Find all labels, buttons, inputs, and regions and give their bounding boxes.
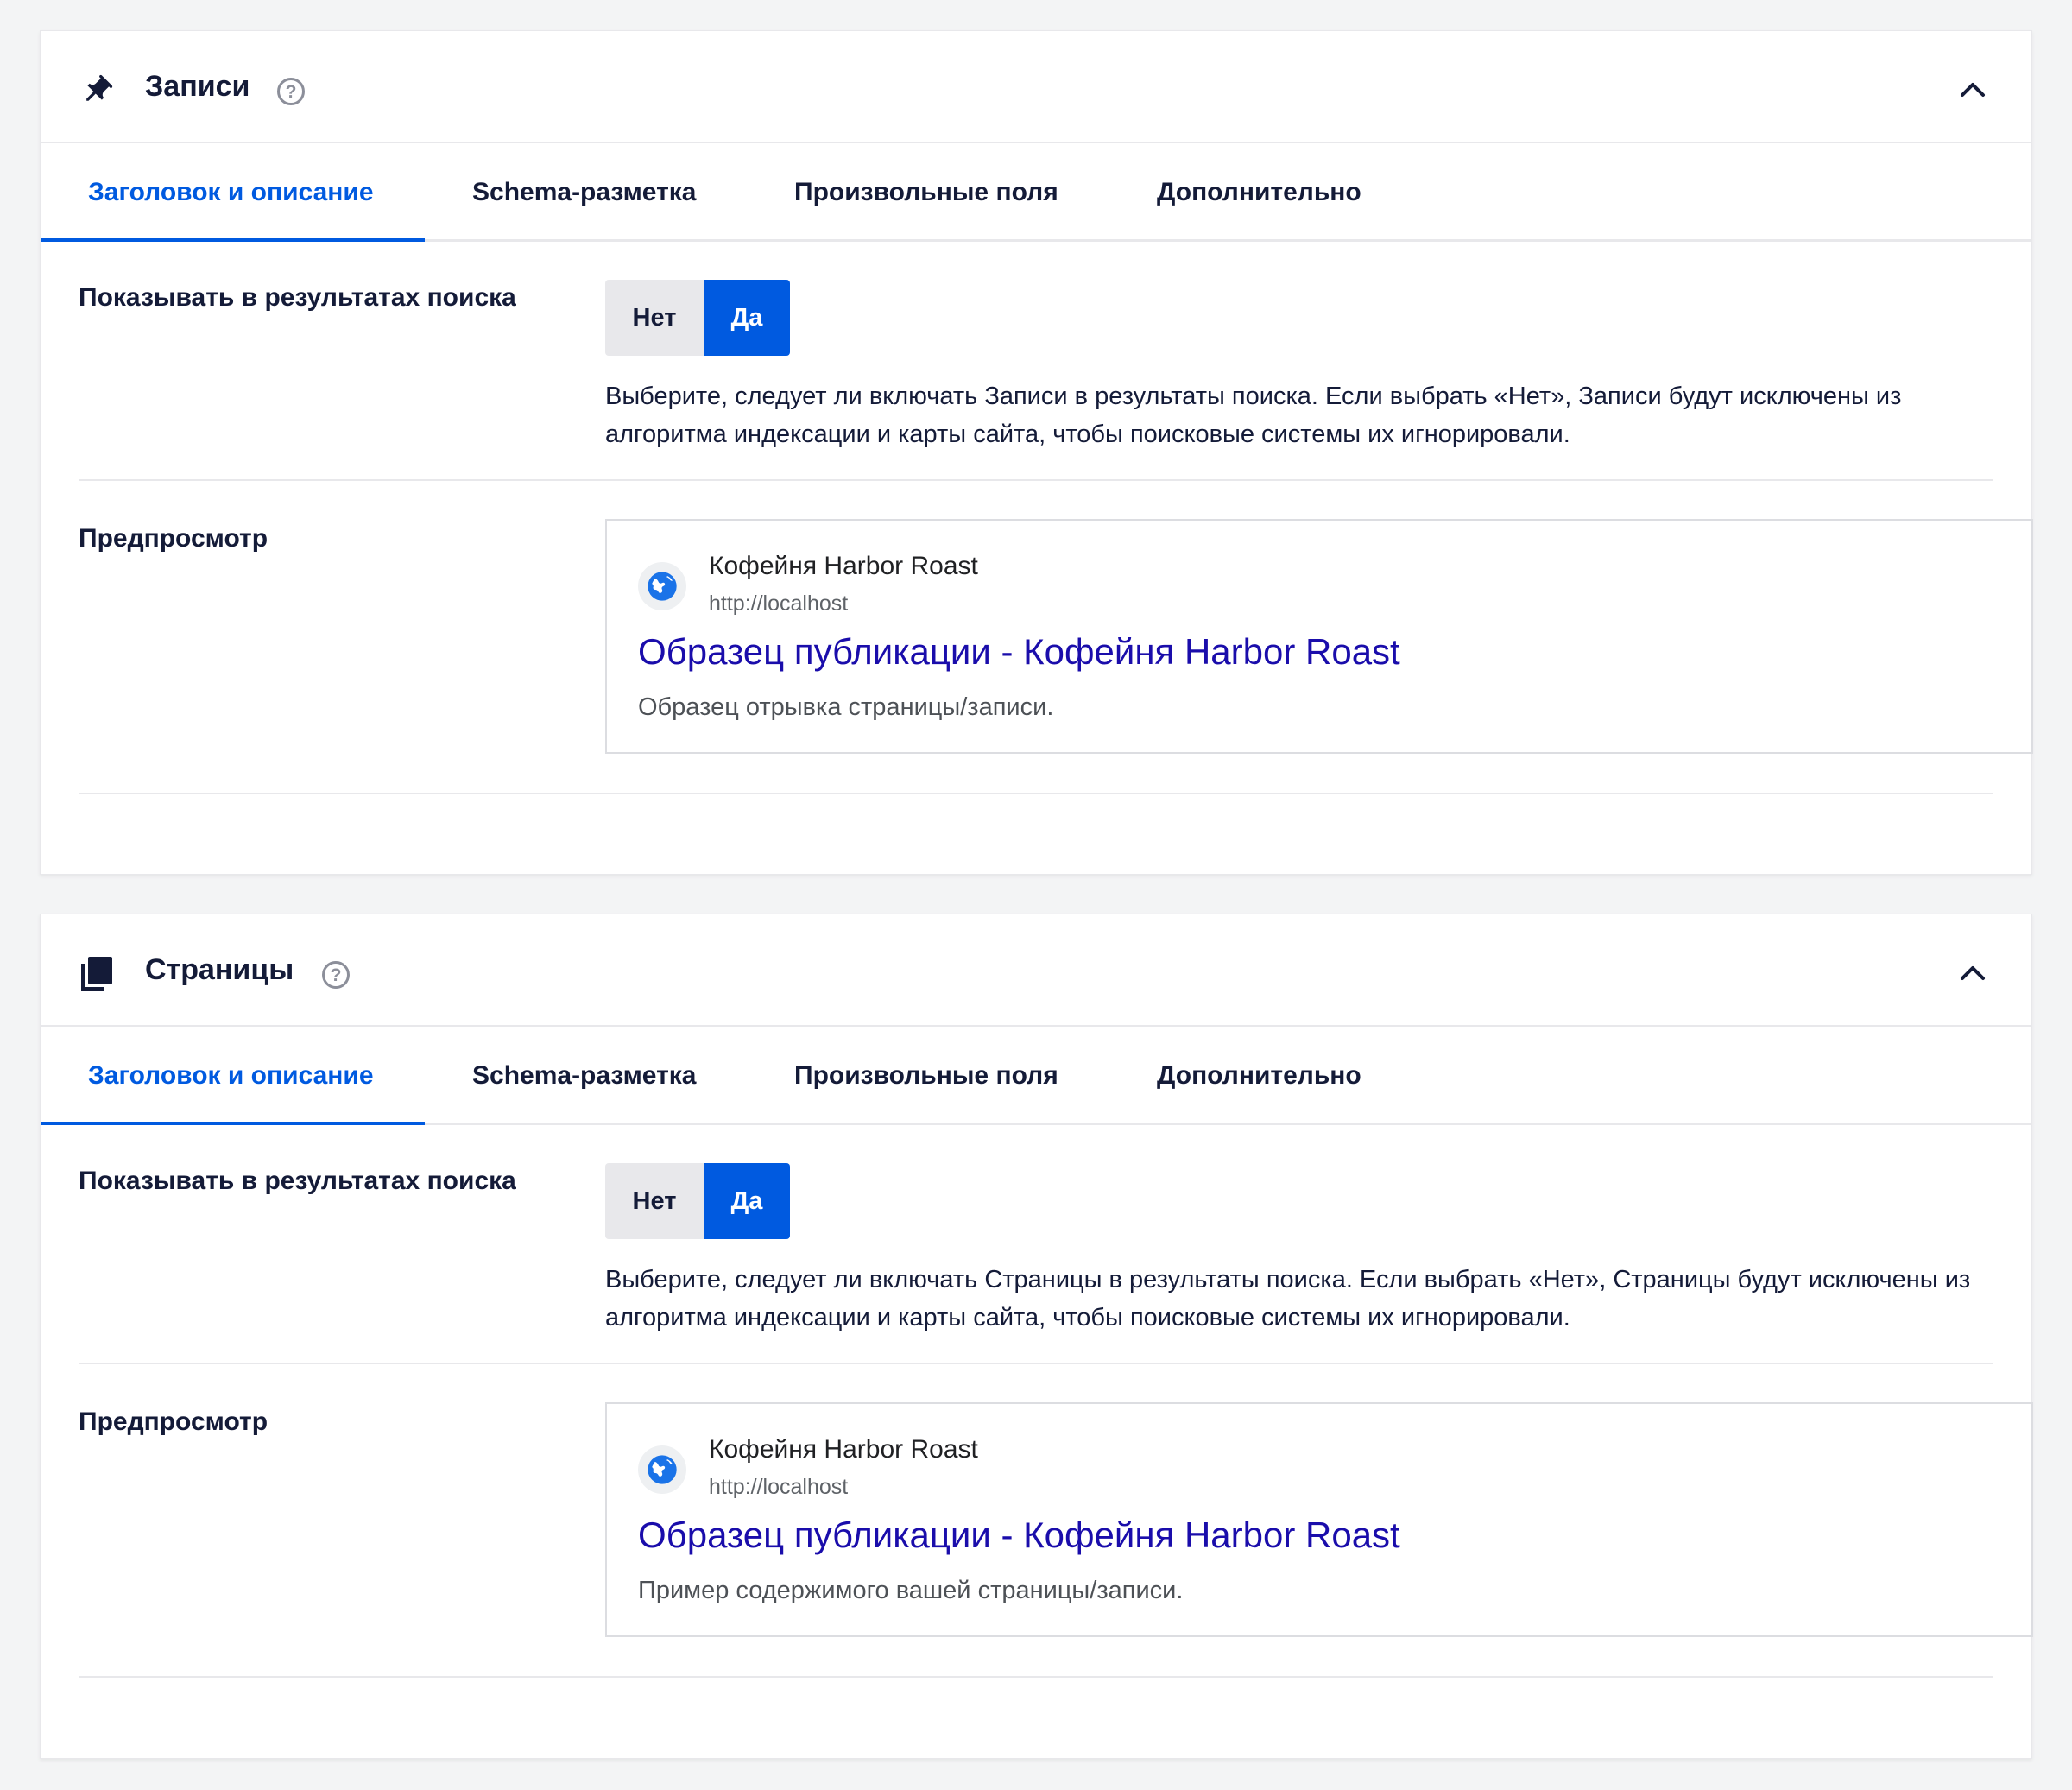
posts-card: Записи ? Заголовок и описание Schema-раз… (40, 30, 2033, 875)
preview-snippet: Образец отрывка страницы/записи. (638, 693, 1054, 721)
preview-row: Предпросмотр Кофейня Harbor Roast http:/… (79, 481, 2033, 794)
pages-card: Страницы ? Заголовок и описание Schema-р… (40, 914, 2033, 1759)
show-in-search-label: Показывать в результатах поиска (79, 1167, 516, 1195)
tab-title-description[interactable]: Заголовок и описание (88, 1027, 374, 1125)
show-in-search-label: Показывать в результатах поиска (79, 283, 516, 312)
chevron-up-icon[interactable] (1955, 73, 1990, 107)
toggle-yes-button[interactable]: Да (704, 1163, 790, 1239)
preview-title: Образец публикации - Кофейня Harbor Roas… (638, 631, 1400, 672)
preview-snippet: Пример содержимого вашей страницы/записи… (638, 1577, 1184, 1604)
help-icon[interactable]: ? (277, 78, 305, 105)
globe-icon (638, 1445, 686, 1494)
preview-label: Предпросмотр (79, 1407, 268, 1436)
show-in-search-row: Показывать в результатах поиска Нет Да В… (79, 1125, 1993, 1364)
preview-row: Предпросмотр Кофейня Harbor Roast http:/… (79, 1364, 2033, 1678)
section-title: Страницы (145, 953, 294, 986)
tab-bar: Заголовок и описание Schema-разметка Про… (41, 143, 2031, 242)
toggle-yes-button[interactable]: Да (704, 280, 790, 356)
card-header[interactable]: Записи ? (41, 31, 2031, 143)
show-in-search-row: Показывать в результатах поиска Нет Да В… (79, 242, 1993, 481)
section-title: Записи (145, 70, 250, 103)
preview-label: Предпросмотр (79, 524, 268, 553)
show-in-search-toggle: Нет Да (605, 1163, 790, 1239)
serp-preview: Кофейня Harbor Roast http://localhost Об… (605, 519, 2033, 754)
show-in-search-toggle: Нет Да (605, 280, 790, 356)
globe-icon (638, 562, 686, 610)
card-header[interactable]: Страницы ? (41, 914, 2031, 1027)
show-in-search-description: Выберите, следует ли включать Записи в р… (605, 383, 1902, 448)
preview-title: Образец публикации - Кофейня Harbor Roas… (638, 1515, 1400, 1555)
tab-title-description[interactable]: Заголовок и описание (88, 143, 374, 242)
preview-url: http://localhost (709, 1475, 849, 1499)
tab-bar: Заголовок и описание Schema-разметка Про… (41, 1027, 2031, 1125)
tab-schema[interactable]: Schema-разметка (472, 143, 696, 242)
preview-url: http://localhost (709, 591, 849, 616)
show-in-search-description: Выберите, следует ли включать Страницы в… (605, 1266, 1971, 1331)
preview-site-name: Кофейня Harbor Roast (709, 552, 978, 580)
help-icon[interactable]: ? (322, 961, 350, 989)
tab-schema[interactable]: Schema-разметка (472, 1027, 696, 1125)
tab-advanced[interactable]: Дополнительно (1157, 143, 1361, 242)
chevron-up-icon[interactable] (1955, 956, 1990, 990)
pin-icon (77, 71, 117, 111)
tab-custom-fields[interactable]: Произвольные поля (794, 1027, 1058, 1125)
preview-site-name: Кофейня Harbor Roast (709, 1435, 978, 1464)
toggle-no-button[interactable]: Нет (605, 1163, 704, 1239)
tab-custom-fields[interactable]: Произвольные поля (794, 143, 1058, 242)
tab-advanced[interactable]: Дополнительно (1157, 1027, 1361, 1125)
serp-preview: Кофейня Harbor Roast http://localhost Об… (605, 1402, 2033, 1637)
pages-icon (77, 954, 117, 994)
toggle-no-button[interactable]: Нет (605, 280, 704, 356)
